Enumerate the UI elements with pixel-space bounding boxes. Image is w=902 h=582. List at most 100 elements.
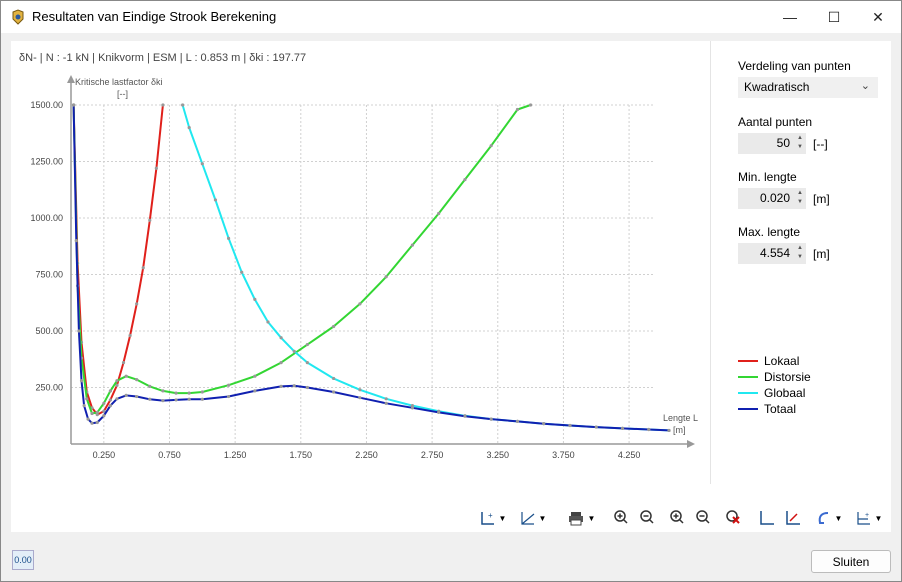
data-point-totaal (253, 389, 257, 393)
x-tick-label: 3.750 (552, 450, 575, 460)
data-point-lokaal (108, 398, 112, 402)
y-axis-arrow-icon (67, 75, 75, 83)
chevron-down-icon: ⌄ (860, 80, 870, 92)
data-point-globaal (181, 103, 185, 107)
grid-settings-button[interactable]: ▼ (514, 507, 552, 529)
minimize-button[interactable]: — (767, 1, 813, 33)
app-icon (12, 9, 24, 25)
print-button[interactable]: ▼ (562, 507, 600, 529)
data-point-totaal (489, 417, 493, 421)
zoom-in-icon (614, 510, 628, 524)
data-point-distorsie (515, 107, 520, 112)
reset-zoom-button[interactable] (721, 507, 745, 529)
curve-style-button[interactable]: ▼ (810, 507, 848, 529)
data-point-totaal (187, 397, 191, 401)
close-icon: ✕ (872, 8, 884, 25)
data-point-totaal (77, 329, 81, 333)
data-point-totaal (79, 379, 84, 383)
data-point-totaal (332, 390, 336, 394)
data-point-totaal (542, 422, 546, 426)
data-point-distorsie (85, 397, 89, 401)
legend-swatch (738, 408, 758, 410)
legend-swatch (738, 392, 758, 394)
legend-label: Distorsie (764, 370, 811, 384)
data-point-totaal (174, 398, 178, 402)
spinner-arrows-icon[interactable]: ▲ ▼ (797, 189, 803, 207)
zoom-out-x-button[interactable] (635, 507, 659, 529)
verdeling-label: Verdeling van punten (738, 59, 851, 73)
legend-item-totaal: Totaal (738, 402, 796, 416)
axis-arrow-button[interactable] (781, 507, 805, 529)
close-window-button[interactable]: ✕ (855, 1, 901, 33)
y-tick-label: 250.00 (35, 383, 63, 393)
y-tick-label: 750.00 (35, 270, 63, 280)
y-tick-label: 1250.00 (30, 157, 63, 167)
chart-plot[interactable]: 0.250 0.750 1.250 1.750 2.250 2.750 3.250 3.750… (11, 41, 711, 484)
x-tick-label: 0.750 (158, 450, 181, 460)
window: Resultaten van Eindige Strook Berekening… (0, 0, 902, 582)
y-tick-label: 1000.00 (30, 213, 63, 223)
axis-origin-icon (760, 511, 774, 525)
data-point-totaal (86, 417, 90, 421)
data-point-distorsie (305, 342, 309, 347)
zoom-in-x-button[interactable] (609, 507, 633, 529)
max-lengte-input[interactable]: 4.554 ▲ ▼ (738, 243, 806, 264)
curve-icon (818, 512, 828, 524)
data-point-totaal (161, 399, 165, 403)
data-point-totaal (135, 394, 139, 399)
legend-item-lokaal: Lokaal (738, 354, 799, 368)
data-point-totaal (108, 403, 112, 408)
maximize-button[interactable]: ☐ (811, 1, 857, 33)
data-point-distorsie (226, 383, 231, 387)
x-tick-label: 2.250 (355, 450, 378, 460)
data-point-globaal (384, 397, 388, 401)
data-point-totaal (279, 384, 283, 388)
aantal-punten-input[interactable]: 50 ▲ ▼ (738, 133, 806, 154)
spinner-arrows-icon[interactable]: ▲ ▼ (797, 244, 803, 262)
data-point-totaal (647, 427, 651, 432)
aantal-unit: [--] (813, 137, 828, 151)
sluiten-button[interactable]: Sluiten (811, 550, 891, 573)
series-line-globaal (181, 104, 670, 432)
data-point-globaal (200, 162, 204, 166)
legend-swatch (738, 376, 758, 378)
zoom-out-y-button[interactable] (691, 507, 715, 529)
data-point-globaal (226, 236, 231, 240)
data-point-distorsie (279, 361, 283, 365)
data-point-distorsie (90, 411, 94, 416)
axis-plus-icon: + (856, 512, 870, 525)
min-lengte-input[interactable]: 0.020 ▲ ▼ (738, 188, 806, 209)
axis-origin-button[interactable] (755, 507, 779, 529)
min-lengte-label: Min. lengte (738, 170, 797, 184)
dropdown-arrow-icon: ▼ (498, 513, 507, 523)
zoom-in-y-button[interactable] (665, 507, 689, 529)
legend-label: Totaal (764, 402, 797, 416)
spinner-arrows-icon[interactable]: ▲ ▼ (797, 134, 803, 152)
x-tick-label: 3.250 (487, 450, 510, 460)
x-tick-label: 4.250 (618, 450, 641, 460)
data-point-distorsie (410, 243, 415, 247)
data-point-lokaal (161, 103, 165, 107)
data-point-globaal (213, 198, 218, 202)
x-tick-label: 2.750 (421, 450, 444, 460)
data-point-totaal (102, 414, 106, 418)
data-point-totaal (124, 393, 128, 398)
verdeling-select[interactable]: Kwadratisch ⌄ (738, 77, 878, 98)
legend-item-distorsie: Distorsie (738, 370, 811, 384)
decimal-places-button[interactable]: 0.00 (12, 550, 34, 570)
axis-settings-button[interactable]: + ▼ (474, 507, 512, 529)
axis-options-button[interactable]: + ▼ (850, 507, 888, 529)
chart-toolbar: + ▼ ▼ ▼ ▼ + ▼ (11, 507, 891, 531)
aantal-label: Aantal punten (738, 115, 813, 129)
content-area: δN- | N : -1 kN | Knikvorm | ESM | L : 0… (11, 41, 891, 532)
zoom-reset-icon (726, 510, 740, 524)
data-point-distorsie (108, 389, 112, 393)
min-lengte-unit: [m] (813, 192, 830, 206)
legend-item-globaal: Globaal (738, 386, 805, 400)
data-point-totaal (358, 396, 362, 400)
window-title: Resultaten van Eindige Strook Berekening (32, 9, 277, 24)
max-lengte-unit: [m] (813, 247, 830, 261)
data-point-lokaal (128, 333, 132, 338)
data-point-distorsie (148, 384, 152, 388)
data-point-totaal (82, 403, 86, 408)
